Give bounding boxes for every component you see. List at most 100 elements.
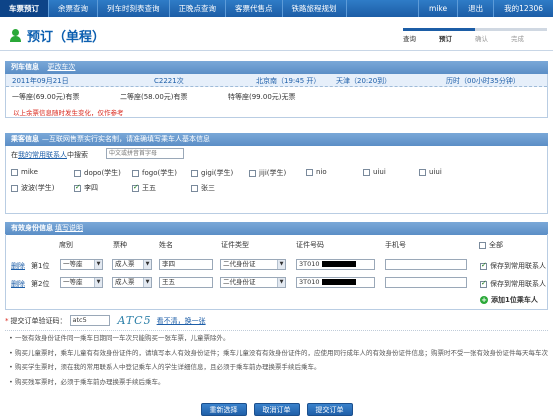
col-ticket: 票种 [113, 241, 127, 249]
action-buttons: 重新选择 取消订单 提交订单 [0, 403, 553, 416]
contact-checkbox[interactable]: mike [11, 168, 38, 176]
change-train-link[interactable]: 更改车次 [47, 63, 75, 71]
checkbox-icon[interactable] [11, 184, 18, 192]
step-query: 查询 [403, 28, 439, 43]
id-info-box: 席别 票种 姓名 证件类型 证件号码 手机号 全部 删除 第1位 一等座 ▼ 成人… [5, 234, 548, 310]
contact-checkbox[interactable]: nio [306, 168, 327, 176]
chevron-down-icon: ▼ [94, 278, 102, 287]
ticket-type-select[interactable]: 成人票 ▼ [112, 259, 152, 270]
step-book: 预订 [439, 28, 475, 43]
nav-remaining-tickets[interactable]: 余票查询 [49, 0, 98, 17]
note-item: 购买儿童票时，乘车儿童有有效身份证件的，请填写本人有效身份证件；乘车儿童没有有效… [5, 346, 548, 361]
my-contacts-link[interactable]: 我的常用联系人 [18, 151, 67, 159]
departure: 北京南（19:45 开） [256, 77, 321, 85]
train-info-title: 列车信息 更改车次 [5, 61, 548, 74]
col-id-type: 证件类型 [221, 241, 249, 249]
plus-icon: + [480, 296, 488, 304]
checkbox-checked-icon[interactable] [480, 279, 487, 288]
cancel-order-button[interactable]: 取消订单 [253, 403, 300, 416]
id-number-input[interactable]: 3T010 [296, 277, 375, 288]
delete-link[interactable]: 删除 [11, 279, 25, 289]
contact-checkbox[interactable]: 张三 [191, 183, 215, 193]
top-navigation: 车票预订 余票查询 列车时刻表查询 正晚点查询 客票代售点 铁路旅程规划 mik… [0, 0, 553, 17]
contact-checkbox[interactable]: fogo(学生) [132, 168, 177, 178]
seat-second-class: 二等座(58.00元)有票 [120, 93, 188, 101]
contact-checkbox[interactable]: uiui [419, 168, 442, 176]
phone-input[interactable] [385, 259, 467, 270]
note-item: 一张有效身份证件同一乘车日期同一车次只能购买一张车票，儿童票除外。 [5, 331, 548, 346]
id-type-select[interactable]: 二代身份证 ▼ [220, 259, 286, 270]
contact-checkbox[interactable]: 波波(学生) [11, 183, 54, 193]
seat-select[interactable]: 一等座 ▼ [60, 259, 103, 270]
col-seat: 席别 [59, 241, 73, 249]
help-link[interactable]: 填写说明 [55, 224, 83, 232]
reselect-button[interactable]: 重新选择 [200, 403, 247, 416]
seat-first-class: 一等座(69.00元)有票 [12, 93, 80, 101]
delete-link[interactable]: 删除 [11, 261, 25, 271]
contact-checkbox[interactable]: dopo(学生) [74, 168, 121, 178]
refresh-captcha-link[interactable]: 看不清，换一张 [157, 316, 206, 326]
nav-delay-query[interactable]: 正晚点查询 [170, 0, 226, 17]
chevron-down-icon: ▼ [143, 278, 151, 287]
contact-checkbox[interactable]: uiui [363, 168, 386, 176]
id-number-input[interactable]: 3T010 [296, 259, 375, 270]
name-input[interactable]: 李四 [159, 259, 213, 270]
checkbox-icon[interactable] [11, 168, 18, 176]
seat-premium: 特等座(99.00元)无票 [228, 93, 296, 101]
user-area: mike 退出 我的12306 [418, 0, 553, 17]
my-12306-link[interactable]: 我的12306 [493, 0, 553, 17]
username: mike [418, 0, 457, 17]
checkbox-icon[interactable] [249, 169, 256, 177]
add-passenger-button[interactable]: + 添加1位乘车人 [480, 295, 538, 305]
col-all[interactable]: 全部 [479, 240, 503, 250]
nav-timetable[interactable]: 列车时刻表查询 [98, 0, 170, 17]
passenger-number: 第1位 [31, 262, 50, 270]
checkbox-icon[interactable] [363, 168, 370, 176]
checkbox-icon[interactable] [419, 168, 426, 176]
contact-checkbox[interactable]: 王五 [132, 183, 156, 193]
arrival: 天津（20:20到） [336, 77, 392, 85]
chevron-down-icon: ▼ [94, 260, 102, 269]
page-title-text: 预订（单程） [27, 30, 106, 45]
contact-search-input[interactable] [106, 148, 184, 159]
captcha-row: * 提交订单验证码： atc5 ATC5 看不清，换一张 [5, 314, 206, 327]
contact-search: 在我的常用联系人中搜索 [11, 148, 184, 160]
train-number: C2221次 [154, 77, 184, 85]
travel-date: 2011年09月21日 [12, 77, 69, 85]
logout-link[interactable]: 退出 [457, 0, 493, 17]
phone-input[interactable] [385, 277, 467, 288]
redaction-bar [321, 279, 356, 285]
checkbox-checked-icon[interactable] [480, 261, 487, 270]
contact-checkbox[interactable]: jiji(学生) [249, 168, 286, 178]
checkbox-icon[interactable] [306, 168, 313, 176]
save-contact-checkbox[interactable]: 保存到常用联系人 [480, 261, 546, 271]
col-phone: 手机号 [385, 241, 406, 249]
contact-checkbox[interactable]: 李四 [74, 183, 98, 193]
captcha-label: 提交订单验证码： [10, 316, 67, 325]
ticket-type-select[interactable]: 成人票 ▼ [112, 277, 152, 288]
captcha-input[interactable]: atc5 [69, 315, 110, 326]
checkbox-checked-icon[interactable] [74, 183, 81, 192]
checkbox-icon[interactable] [479, 241, 486, 249]
passenger-info-box: 在我的常用联系人中搜索 mike dopo(学生) fogo(学生) gigi(… [5, 146, 548, 214]
contact-checkbox[interactable]: gigi(学生) [191, 168, 233, 178]
chevron-down-icon: ▼ [277, 260, 285, 269]
checkbox-icon[interactable] [191, 184, 198, 192]
duration: 历时（00小时35分钟） [446, 77, 520, 85]
checkbox-icon[interactable] [74, 169, 81, 177]
captcha-image[interactable]: ATC5 [118, 314, 152, 327]
checkbox-checked-icon[interactable] [132, 183, 139, 192]
name-input[interactable]: 王五 [159, 277, 213, 288]
submit-order-button[interactable]: 提交订单 [306, 403, 353, 416]
id-type-select[interactable]: 二代身份证 ▼ [220, 277, 286, 288]
passenger-row: 删除 第2位 一等座▼ 成人票▼ 王五 二代身份证▼ 3T010 保存到常用联系… [6, 275, 547, 291]
train-info-box: 2011年09月21日 C2221次 北京南（19:45 开） 天津（20:20… [5, 74, 548, 118]
checkbox-icon[interactable] [132, 169, 139, 177]
save-contact-checkbox[interactable]: 保存到常用联系人 [480, 279, 546, 289]
seat-select[interactable]: 一等座 ▼ [60, 277, 103, 288]
note-item: 购买学生票时，须在我的常用联系人中登记乘车人的学生详细信息，且必须于乘车前办理换… [5, 360, 548, 375]
checkbox-icon[interactable] [191, 169, 198, 177]
nav-trip-planning[interactable]: 铁路旅程规划 [283, 0, 347, 17]
nav-agency[interactable]: 客票代售点 [226, 0, 283, 17]
nav-ticket-booking[interactable]: 车票预订 [0, 0, 49, 17]
